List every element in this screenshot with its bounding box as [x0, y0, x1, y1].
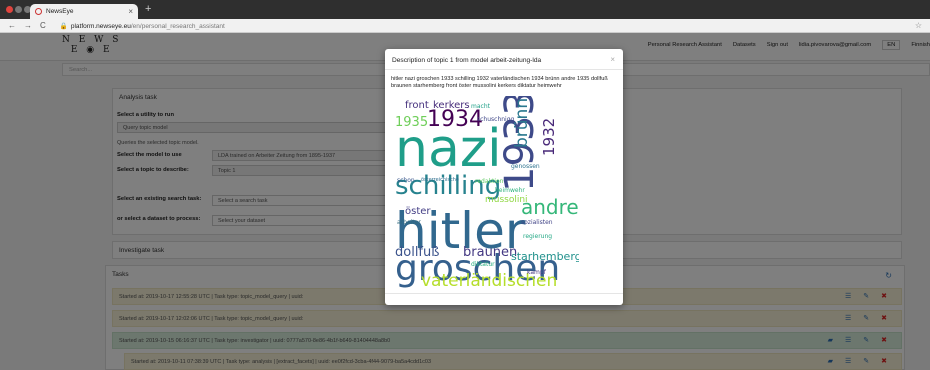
lock-icon: 🔒 [59, 22, 68, 30]
url-path: /en/personal_research_assistant [130, 22, 225, 30]
word-cloud-word: kampf [527, 269, 547, 276]
newseye-favicon-icon [35, 8, 42, 15]
forward-icon[interactable]: → [24, 21, 32, 30]
browser-titlebar: NewsEye × + [0, 0, 930, 19]
word-cloud-word: regierung [523, 233, 552, 240]
modal-title: Description of topic 1 from model arbeit… [392, 57, 542, 64]
word-cloud-word: diktatur [471, 261, 495, 268]
modal-divider [385, 69, 623, 70]
url-field[interactable]: 🔒 platform.newseye.eu/en/personal_researc… [60, 22, 225, 30]
word-cloud-word: dollfuß [395, 245, 439, 260]
new-tab-icon[interactable]: + [145, 3, 151, 15]
word-cloud-word: heimwehr [495, 187, 525, 194]
word-cloud-word: genossen [511, 163, 540, 170]
address-bar: ← → C 🔒 platform.newseye.eu/en/personal_r… [0, 19, 930, 33]
word-cloud-word: front [405, 100, 429, 111]
word-cloud-word: schon [397, 177, 415, 184]
word-cloud-word: arbeiter [397, 219, 421, 226]
close-icon[interactable]: × [610, 55, 615, 64]
modal-footer-divider [385, 293, 623, 294]
word-cloud-word: österreichische [421, 177, 459, 183]
bookmark-star-icon[interactable]: ☆ [915, 21, 922, 30]
close-window-icon[interactable] [6, 6, 13, 13]
browser-tab[interactable]: NewsEye × [30, 4, 138, 19]
word-cloud-word: mussolini [485, 195, 528, 205]
tab-title: NewsEye [46, 8, 74, 15]
word-cloud-word: andre [521, 195, 579, 219]
word-cloud-word: kerkers [433, 100, 470, 111]
word-cloud-word: 1932 [540, 118, 558, 156]
word-cloud-image: nazihitlergroschenschilling19331932vater… [391, 96, 579, 288]
word-cloud-word: sozialisten [521, 219, 553, 226]
word-cloud-word: braunen [463, 245, 517, 260]
topic-description-modal: Description of topic 1 from model arbeit… [385, 49, 623, 305]
word-cloud-word: 1935 [395, 115, 428, 130]
reload-icon[interactable]: C [40, 21, 46, 30]
word-cloud-word: redaktion [475, 178, 504, 185]
word-cloud-word: öster [405, 206, 431, 217]
word-cloud-word: brünn [512, 98, 532, 148]
word-cloud-word: schuschnigg [477, 116, 515, 123]
minimize-window-icon[interactable] [15, 6, 22, 13]
word-cloud-word: starhemberg [511, 250, 579, 263]
tab-close-icon[interactable]: × [128, 7, 133, 16]
word-cloud-word: macht [471, 103, 491, 110]
back-icon[interactable]: ← [8, 21, 16, 30]
topic-description: hitler nazi groschen 1933 schilling 1932… [391, 76, 608, 89]
url-host: platform.newseye.eu [70, 22, 131, 30]
